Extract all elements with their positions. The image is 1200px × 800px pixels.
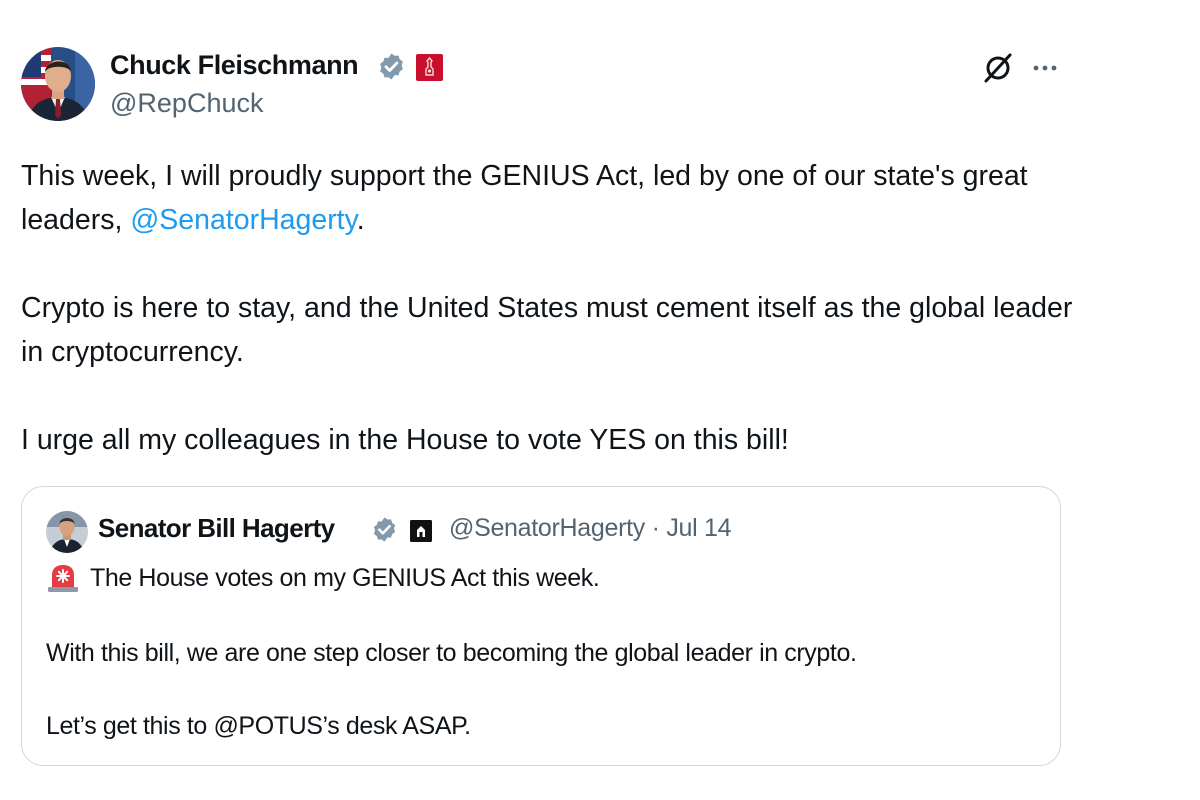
senate-affiliate-icon[interactable] — [410, 520, 432, 542]
tweet-paragraph: Crypto is here to stay, and the United S… — [21, 292, 1073, 368]
quoted-author-avatar[interactable] — [46, 511, 88, 553]
verified-badge-icon — [377, 52, 406, 81]
tweet-paragraph-end: . — [356, 204, 365, 236]
tweet-text: This week, I will proudly support the GE… — [21, 154, 1081, 462]
quoted-text-line: With this bill, we are one step closer t… — [46, 639, 857, 667]
tweet-paragraph: This week, I will proudly support the GE… — [21, 154, 1081, 242]
author-avatar[interactable] — [21, 47, 95, 121]
more-options-icon[interactable] — [1028, 56, 1062, 80]
quoted-verified-badge-icon — [371, 516, 398, 543]
meta-separator: · — [651, 514, 660, 542]
quoted-text-line: Let’s get this to @POTUS’s desk ASAP. — [46, 712, 471, 740]
quoted-author-display-name[interactable]: Senator Bill Hagerty — [98, 513, 335, 544]
author-handle[interactable]: @RepChuck — [110, 88, 263, 119]
tweet-paragraph: I urge all my colleagues in the House to… — [21, 424, 789, 456]
house-of-representatives-seal-icon[interactable] — [416, 54, 443, 81]
rotating-light-emoji-icon — [46, 563, 80, 593]
quoted-timestamp[interactable]: Jul 14 — [666, 514, 731, 542]
grok-icon[interactable] — [982, 52, 1014, 84]
quoted-text-line: The House votes on my GENIUS Act this we… — [90, 564, 600, 592]
quoted-tweet-card[interactable]: Senator Bill Hagerty @SenatorHagerty · J… — [21, 486, 1061, 766]
author-display-name[interactable]: Chuck Fleischmann — [110, 50, 359, 81]
mention-link[interactable]: @SenatorHagerty — [130, 204, 356, 236]
quoted-meta: @SenatorHagerty · Jul 14 — [449, 514, 732, 543]
quoted-author-handle[interactable]: @SenatorHagerty — [449, 514, 645, 542]
